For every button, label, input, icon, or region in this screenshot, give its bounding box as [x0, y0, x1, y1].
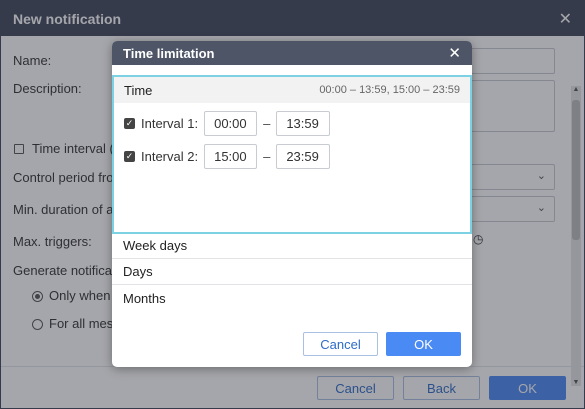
- time-summary: 00:00 – 13:59, 15:00 – 23:59: [319, 84, 460, 96]
- checkbox-checked-icon[interactable]: ✓: [124, 117, 135, 129]
- time-limitation-modal: Time limitation ✕ Time 00:00 – 13:59, 15…: [112, 41, 472, 367]
- time-section-title: Time: [124, 82, 153, 98]
- modal-header: Time limitation ✕: [112, 41, 472, 65]
- interval-dash: –: [263, 148, 271, 164]
- close-icon[interactable]: ✕: [448, 44, 461, 62]
- days-section[interactable]: Days: [112, 259, 472, 285]
- week-days-section[interactable]: Week days: [112, 233, 472, 259]
- interval-label: Interval 2:: [141, 148, 199, 164]
- months-section[interactable]: Months: [112, 285, 472, 311]
- interval-to-input[interactable]: 23:59: [276, 143, 331, 169]
- interval-row: ✓ Interval 1: 00:00 – 13:59: [124, 110, 331, 136]
- checkbox-checked-icon[interactable]: ✓: [124, 150, 135, 162]
- modal-title: Time limitation: [123, 45, 215, 61]
- time-section: Time 00:00 – 13:59, 15:00 – 23:59 ✓ Inte…: [112, 75, 472, 234]
- interval-dash: –: [263, 115, 271, 131]
- interval-row: ✓ Interval 2: 15:00 – 23:59: [124, 143, 331, 169]
- modal-cancel-button[interactable]: Cancel: [303, 332, 378, 356]
- modal-ok-button[interactable]: OK: [386, 332, 461, 356]
- interval-label: Interval 1:: [141, 115, 199, 131]
- time-section-header[interactable]: Time 00:00 – 13:59, 15:00 – 23:59: [114, 77, 470, 103]
- interval-from-input[interactable]: 15:00: [204, 143, 258, 169]
- interval-from-input[interactable]: 00:00: [204, 110, 258, 136]
- interval-to-input[interactable]: 13:59: [276, 110, 331, 136]
